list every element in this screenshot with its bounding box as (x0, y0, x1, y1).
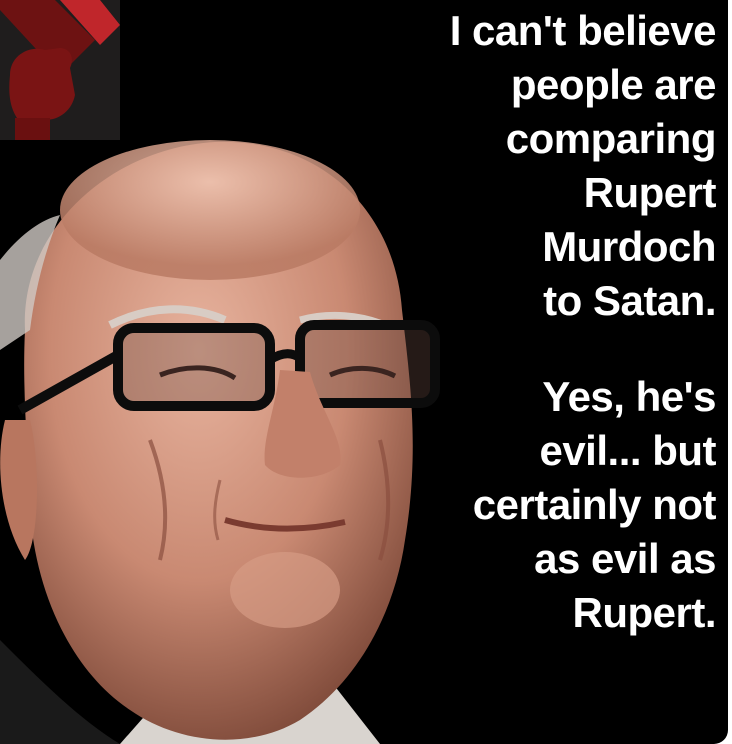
logo (0, 0, 120, 140)
quote-line: Rupert (583, 169, 717, 216)
quote-line: I can't believe (449, 7, 717, 54)
quote-text: I can't believe people are comparing Rup… (396, 4, 717, 640)
quote-line: certainly not (472, 481, 717, 528)
quote-gap (396, 328, 716, 370)
quote-line: people are (510, 61, 717, 108)
image-edge (728, 0, 732, 744)
quote-line: evil... but (539, 427, 716, 474)
quote-line: as evil as (534, 535, 716, 582)
quote-line: Rupert. (572, 589, 717, 636)
quote-line: comparing (505, 115, 717, 162)
meme-image: I can't believe people are comparing Rup… (0, 0, 728, 744)
quote-line: Yes, he's (542, 373, 716, 420)
raised-fist-icon (0, 0, 120, 140)
quote-line: Murdoch (542, 223, 716, 270)
quote-line: to Satan. (543, 277, 716, 324)
